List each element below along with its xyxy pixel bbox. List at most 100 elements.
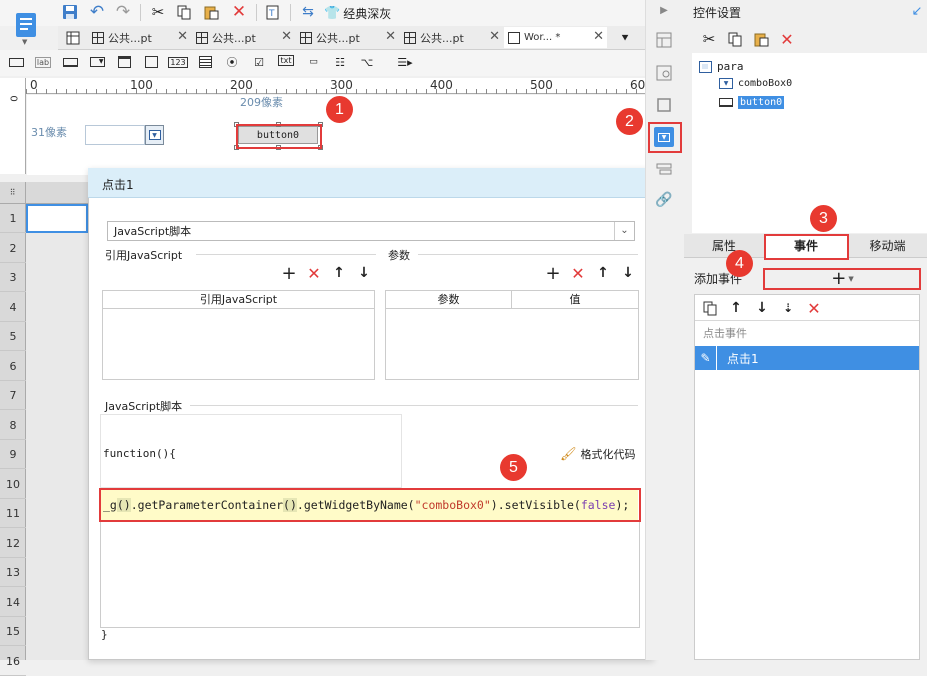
move-up-icon[interactable]: ↑ — [726, 298, 746, 318]
format-code-button[interactable]: 🖌 格式化代码 — [560, 446, 636, 462]
chevron-down-icon[interactable]: ▼ — [22, 38, 27, 46]
widget-radio-icon[interactable]: ⦿ — [222, 54, 242, 70]
grid-icon[interactable] — [64, 29, 82, 47]
link-icon[interactable]: 🔗 — [654, 190, 674, 210]
row-header[interactable]: 13 — [0, 558, 26, 587]
swap-icon[interactable]: ⇆ — [298, 2, 318, 22]
tree-item-button[interactable]: button0 — [719, 96, 785, 109]
frame-icon[interactable] — [654, 95, 674, 115]
paste-icon[interactable] — [201, 2, 221, 22]
add-icon[interactable]: + — [280, 263, 298, 284]
save-icon[interactable] — [60, 2, 80, 22]
close-icon[interactable]: ✕ — [385, 29, 396, 44]
tab-mobile[interactable]: 移动端 — [848, 234, 927, 258]
move-down-icon[interactable]: ↓ — [355, 264, 373, 282]
move-down-icon[interactable]: ↓ — [752, 298, 772, 318]
combobox-dropdown-icon[interactable]: ▼ — [145, 125, 164, 145]
paste-icon[interactable] — [751, 29, 771, 49]
toolbar-divider — [140, 4, 141, 21]
move-up-icon[interactable]: ↑ — [594, 264, 612, 282]
params-title: 参数 — [388, 249, 410, 262]
widget-list-icon[interactable] — [141, 54, 161, 70]
copy-icon[interactable] — [725, 29, 745, 49]
tree-root[interactable]: para — [699, 60, 744, 73]
delete-icon[interactable]: ✕ — [229, 2, 249, 22]
close-icon[interactable]: ✕ — [593, 29, 604, 44]
widget-combobox-icon[interactable]: ▼ — [87, 54, 107, 70]
row-header[interactable]: 6 — [0, 352, 26, 381]
layers-icon[interactable] — [654, 160, 674, 180]
edit-icon[interactable]: ✎ — [695, 346, 717, 370]
delete-icon[interactable]: ✕ — [804, 298, 824, 318]
row-header[interactable]: 16 — [0, 647, 26, 676]
component-library-icon[interactable] — [654, 30, 674, 50]
template-icon[interactable]: T — [263, 2, 283, 22]
delete-icon[interactable]: ✕ — [569, 264, 587, 283]
params-table-header: 参数 值 — [385, 290, 639, 309]
row-header[interactable]: 2 — [0, 234, 26, 263]
event-list-item[interactable]: ✎ 点击1 — [695, 346, 919, 370]
theme-button[interactable]: 👕 经典深灰 — [324, 3, 391, 23]
parameter-pane-icon — [699, 60, 712, 73]
widget-number-icon[interactable]: 123 — [168, 54, 188, 70]
tab-file-1[interactable]: 公共...pt ✕ — [88, 27, 191, 48]
row-header[interactable]: 8 — [0, 411, 26, 440]
tab-file-active[interactable]: Wor... * ✕ — [504, 27, 607, 48]
close-icon[interactable]: ✕ — [489, 29, 500, 44]
sheet-corner[interactable]: ⠿ — [0, 182, 26, 204]
row-header[interactable]: 9 — [0, 440, 26, 469]
script-type-select[interactable]: JavaScript脚本 ⌄ — [107, 221, 635, 241]
cut-icon[interactable]: ✂ — [148, 2, 168, 22]
widget-multiselect-icon[interactable]: ☷ — [330, 54, 350, 70]
widget-date-icon[interactable] — [114, 54, 134, 70]
move-up-icon[interactable]: ↑ — [330, 264, 348, 282]
widget-textbox-icon[interactable] — [6, 54, 26, 70]
row-header[interactable]: 1 — [0, 204, 26, 233]
copy-icon[interactable] — [700, 298, 720, 318]
tree-item-combobox[interactable]: ▼ comboBox0 — [719, 78, 792, 89]
widget-button-icon[interactable] — [60, 54, 80, 70]
delete-icon[interactable]: ✕ — [305, 264, 323, 283]
tab-file-4[interactable]: 公共...pt ✕ — [400, 27, 503, 48]
widget-more-icon[interactable]: ☰▸ — [392, 54, 418, 70]
close-icon[interactable]: ✕ — [281, 29, 292, 44]
move-bottom-icon[interactable]: ⇣ — [778, 298, 798, 318]
row-header[interactable]: 7 — [0, 381, 26, 410]
row-header[interactable]: 11 — [0, 499, 26, 528]
close-icon[interactable]: ✕ — [177, 29, 188, 44]
widget-tree-icon[interactable]: ⌥ — [357, 54, 377, 70]
cut-icon[interactable]: ✂ — [699, 29, 719, 49]
undo-icon[interactable]: ↶ — [87, 2, 107, 22]
width-hint: 209像素 — [240, 96, 283, 109]
row-header[interactable]: 10 — [0, 470, 26, 499]
widget-password-icon[interactable]: ▭ — [303, 54, 323, 70]
row-header[interactable]: 14 — [0, 588, 26, 617]
widget-textarea-icon[interactable] — [195, 54, 215, 70]
redo-icon[interactable]: ↷ — [113, 2, 133, 22]
move-down-icon[interactable]: ↓ — [619, 264, 637, 282]
info-panel-icon[interactable] — [654, 63, 674, 83]
copy-icon[interactable] — [174, 2, 194, 22]
tab-properties[interactable]: 属性 — [684, 234, 764, 258]
delete-icon[interactable]: ✕ — [777, 29, 797, 49]
cell-a1[interactable] — [26, 204, 88, 233]
row-header[interactable]: 5 — [0, 322, 26, 351]
tab-file-2[interactable]: 公共...pt ✕ — [192, 27, 295, 48]
row-header[interactable]: 3 — [0, 263, 26, 292]
row-header[interactable]: 4 — [0, 293, 26, 322]
widget-label-icon[interactable]: lab — [33, 54, 53, 70]
tab-file-3[interactable]: 公共...pt ✕ — [296, 27, 399, 48]
theme-label: 经典深灰 — [343, 6, 392, 21]
tab-label: 公共...pt — [316, 31, 360, 45]
widget-text-icon[interactable]: txt — [276, 52, 296, 68]
combobox-widget[interactable] — [85, 125, 145, 145]
collapse-right-icon[interactable]: ▶ — [655, 2, 673, 18]
widget-checkbox-icon[interactable]: ☑ — [249, 54, 269, 70]
tab-menu-icon[interactable]: ⯆ — [615, 29, 635, 47]
row-header[interactable]: 12 — [0, 529, 26, 558]
divider — [418, 254, 638, 255]
add-icon[interactable]: + — [544, 263, 562, 284]
pin-icon[interactable]: ↙ — [909, 3, 925, 19]
row-header[interactable]: 15 — [0, 617, 26, 646]
tab-label: 公共...pt — [420, 31, 464, 45]
